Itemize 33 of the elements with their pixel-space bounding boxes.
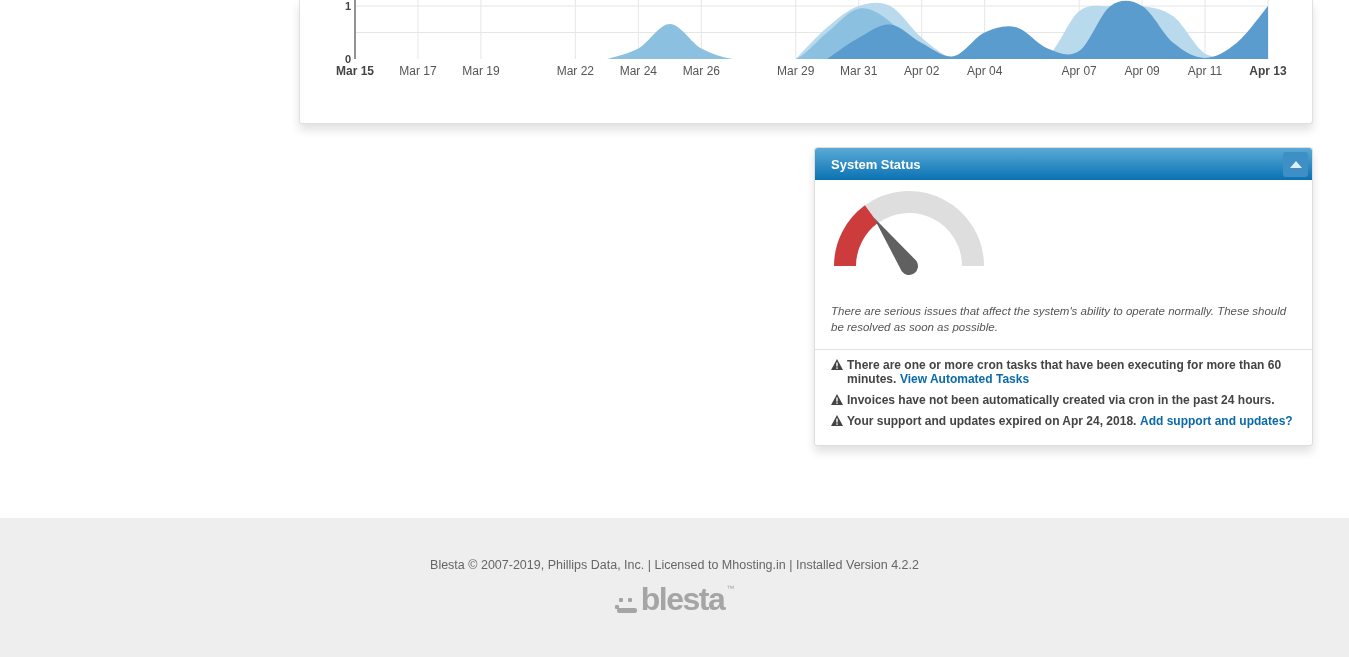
y-axis <box>354 0 356 60</box>
warning-icon <box>831 415 843 426</box>
x-tick-label: Mar 22 <box>556 64 595 78</box>
x-tick-label: Mar 15 <box>336 64 374 78</box>
trademark-mark: ™ <box>726 584 735 593</box>
alert-message: There are one or more cron tasks that have been executing for more than 60 minutes. View Automated Tasks <box>847 358 1283 386</box>
alert-message: Invoices have not been automatically created via cron in the past 24 hours. <box>847 393 1275 407</box>
x-tick-label: Apr 13 <box>1249 64 1287 78</box>
alert-link[interactable]: View Automated Tasks <box>899 372 1030 386</box>
warning-icon <box>831 394 843 405</box>
x-tick-label: Mar 29 <box>777 64 815 78</box>
x-tick-label: Mar 17 <box>399 64 437 78</box>
up-triangle-icon <box>1289 160 1302 168</box>
collapse-button[interactable] <box>1283 151 1308 177</box>
x-tick-label: Apr 09 <box>1124 64 1160 78</box>
x-tick-label: Apr 11 <box>1187 64 1223 78</box>
footer-text: Blesta © 2007-2019, Phillips Data, Inc. | Licensed to Mhosting.in | Installed Version 4.2.2 <box>430 558 919 572</box>
x-tick-label: Apr 02 <box>904 64 940 78</box>
x-tick-label: Mar 19 <box>462 64 500 78</box>
warning-icon <box>831 359 843 370</box>
x-tick-label: Mar 31 <box>840 64 878 78</box>
x-tick-label: Apr 07 <box>1061 64 1097 78</box>
smiley-icon <box>614 596 639 614</box>
x-tick-label: Mar 26 <box>682 64 720 78</box>
panel-title: System Status <box>831 156 921 172</box>
y-tick-label: 1 <box>344 0 351 12</box>
x-tick-label: Mar 24 <box>619 64 657 78</box>
alert-message: Your support and updates expired on Apr 24, 2018. Add support and updates? <box>847 414 1293 428</box>
logo-wordmark: blesta <box>640 584 725 614</box>
status-summary: There are serious issues that affect the system's ability to operate normally. These should be resolved as soon as possible. <box>831 304 1288 335</box>
y-tick-label: 0 <box>344 53 351 65</box>
x-tick-label: Apr 04 <box>967 64 1003 78</box>
alert-link[interactable]: Add support and updates? <box>1140 414 1293 428</box>
